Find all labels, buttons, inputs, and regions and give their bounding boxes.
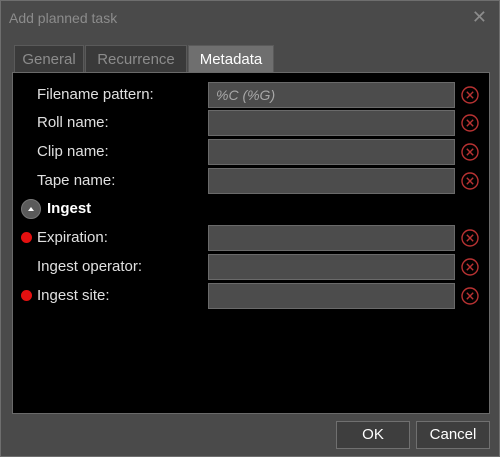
- clear-field-icon[interactable]: [461, 86, 479, 104]
- roll-name-input[interactable]: [208, 110, 455, 136]
- ok-button[interactable]: OK: [336, 421, 410, 449]
- tab-general[interactable]: General: [14, 45, 84, 72]
- tape-name-input[interactable]: [208, 168, 455, 194]
- ingest-operator-row: Ingest operator:: [13, 254, 489, 280]
- ingest-section-title: Ingest: [47, 200, 92, 217]
- tape-name-row: Tape name:: [13, 168, 489, 194]
- expiration-row: Expiration:: [13, 225, 489, 251]
- expiration-label: Expiration:: [37, 229, 108, 246]
- clear-field-icon[interactable]: [461, 229, 479, 247]
- roll-name-label: Roll name:: [37, 114, 109, 131]
- clear-field-icon[interactable]: [461, 143, 479, 161]
- clear-field-icon[interactable]: [461, 172, 479, 190]
- ingest-site-label: Ingest site:: [37, 287, 110, 304]
- filename-pattern-row: Filename pattern:: [13, 82, 489, 108]
- clip-name-row: Clip name:: [13, 139, 489, 165]
- ingest-operator-label: Ingest operator:: [37, 258, 143, 275]
- clip-name-label: Clip name:: [37, 143, 109, 160]
- tab-metadata[interactable]: Metadata: [188, 45, 274, 72]
- metadata-panel: Filename pattern: Roll name: Clip name:: [12, 72, 490, 414]
- collapse-section-icon[interactable]: [21, 199, 41, 219]
- ingest-site-input[interactable]: [208, 283, 455, 309]
- close-icon[interactable]: ✕: [472, 7, 487, 27]
- tape-name-label: Tape name:: [37, 172, 116, 189]
- clear-field-icon[interactable]: [461, 287, 479, 305]
- add-planned-task-dialog: Add planned task ✕ General Recurrence Me…: [0, 0, 500, 457]
- ingest-site-row: Ingest site:: [13, 283, 489, 309]
- required-indicator: [21, 232, 32, 243]
- clear-field-icon[interactable]: [461, 258, 479, 276]
- filename-pattern-label: Filename pattern:: [37, 86, 154, 103]
- title-bar[interactable]: Add planned task ✕: [1, 1, 499, 35]
- filename-pattern-input[interactable]: [208, 82, 455, 108]
- cancel-button[interactable]: Cancel: [416, 421, 490, 449]
- dialog-title: Add planned task: [9, 10, 118, 26]
- expiration-input[interactable]: [208, 225, 455, 251]
- required-indicator: [21, 290, 32, 301]
- ingest-operator-input[interactable]: [208, 254, 455, 280]
- clear-field-icon[interactable]: [461, 114, 479, 132]
- clip-name-input[interactable]: [208, 139, 455, 165]
- roll-name-row: Roll name:: [13, 110, 489, 136]
- tab-recurrence[interactable]: Recurrence: [85, 45, 187, 72]
